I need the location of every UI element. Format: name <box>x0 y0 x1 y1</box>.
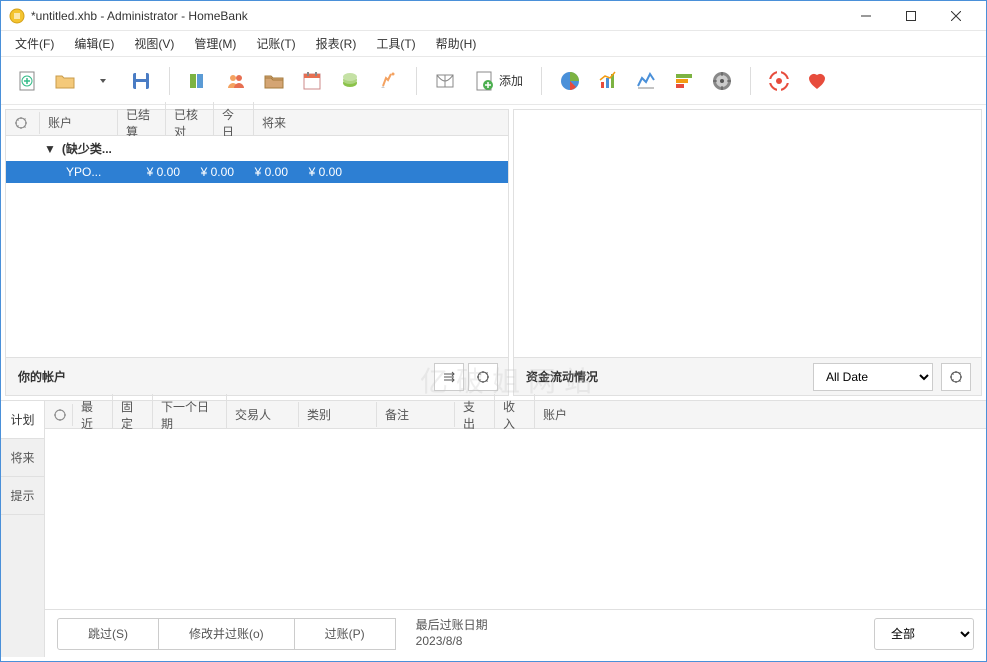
show-transactions-button[interactable] <box>429 65 461 97</box>
bottom-area: 计划 将来 提示 最近 固定 下一个日期 交易人 类别 备注 支出 收入 账户 … <box>1 400 986 657</box>
expand-collapse-button[interactable] <box>434 363 464 391</box>
menu-manage[interactable]: 管理(M) <box>184 31 246 56</box>
manage-scheduled-button[interactable] <box>296 65 328 97</box>
account-today: ¥ 0.00 <box>236 165 288 179</box>
bottom-content: 最近 固定 下一个日期 交易人 类别 备注 支出 收入 账户 跳过(S) 修改并… <box>45 401 986 657</box>
menu-transaction[interactable]: 记账(T) <box>246 31 305 56</box>
accounts-list[interactable]: ▼ (缺少类... YPO... ¥ 0.00 ¥ 0.00 ¥ 0.00 ¥ … <box>6 136 508 357</box>
report-vehicle-button[interactable] <box>706 65 738 97</box>
toolbar-separator <box>169 67 170 95</box>
col-payee[interactable]: 交易人 <box>227 402 299 427</box>
menu-file[interactable]: 文件(F) <box>5 31 64 56</box>
col-category[interactable]: 类别 <box>299 402 377 427</box>
post-button[interactable]: 过账(P) <box>295 618 396 650</box>
account-settings-button[interactable] <box>468 363 498 391</box>
caret-down-icon: ▼ <box>44 142 56 156</box>
col-memo[interactable]: 备注 <box>377 402 455 427</box>
toolbar-separator <box>750 67 751 95</box>
report-balance-button[interactable] <box>630 65 662 97</box>
flow-section-label: 资金流动情况 <box>526 368 813 385</box>
last-post-date: 2023/8/8 <box>416 634 488 650</box>
account-name: YPO... <box>66 165 126 179</box>
open-file-button[interactable] <box>49 65 81 97</box>
toolbar-separator <box>541 67 542 95</box>
menu-edit[interactable]: 编辑(E) <box>64 31 124 56</box>
menu-help[interactable]: 帮助(H) <box>426 31 487 56</box>
window-title: *untitled.xhb - Administrator - HomeBank <box>31 9 843 23</box>
flow-section-bar: 资金流动情况 All Date <box>514 357 981 395</box>
donate-button[interactable] <box>801 65 833 97</box>
transactions-list[interactable] <box>45 429 986 609</box>
save-button[interactable] <box>125 65 157 97</box>
group-label: (缺少类... <box>62 140 112 157</box>
account-reconciled: ¥ 0.00 <box>182 165 234 179</box>
manage-accounts-button[interactable] <box>182 65 214 97</box>
add-transaction-button[interactable]: 添加 <box>467 65 529 97</box>
flow-settings-button[interactable] <box>941 363 971 391</box>
accounts-section-bar: 你的帐户 <box>6 357 508 395</box>
minimize-button[interactable] <box>843 2 888 30</box>
manage-budget-button[interactable] <box>334 65 366 97</box>
accounts-panel: 账户 已结算 已核对 今日 将来 ▼ (缺少类... YPO... ¥ 0.00… <box>5 109 509 396</box>
side-tabs: 计划 将来 提示 <box>1 401 45 657</box>
account-group-row[interactable]: ▼ (缺少类... <box>6 136 508 161</box>
account-future: ¥ 0.00 <box>290 165 342 179</box>
menu-report[interactable]: 报表(R) <box>306 31 367 56</box>
help-button[interactable] <box>763 65 795 97</box>
close-button[interactable] <box>933 2 978 30</box>
app-icon <box>9 8 25 24</box>
account-cleared: ¥ 0.00 <box>128 165 180 179</box>
new-file-button[interactable] <box>11 65 43 97</box>
accounts-header: 账户 已结算 已核对 今日 将来 <box>6 110 508 136</box>
manage-payees-button[interactable] <box>220 65 252 97</box>
report-statistics-button[interactable] <box>554 65 586 97</box>
tab-tips[interactable]: 提示 <box>1 477 44 515</box>
tab-future[interactable]: 将来 <box>1 439 44 477</box>
toolbar: 添加 <box>1 57 986 105</box>
menubar: 文件(F) 编辑(E) 视图(V) 管理(M) 记账(T) 报表(R) 工具(T… <box>1 31 986 57</box>
maximize-button[interactable] <box>888 2 933 30</box>
tab-plan[interactable]: 计划 <box>1 401 44 439</box>
accounts-section-label: 你的帐户 <box>18 368 430 385</box>
col-future[interactable]: 将来 <box>254 110 508 135</box>
trans-settings-icon[interactable] <box>45 404 73 426</box>
bottom-bar: 跳过(S) 修改并过账(o) 过账(P) 最后过账日期 2023/8/8 全部 <box>45 609 986 657</box>
titlebar: *untitled.xhb - Administrator - HomeBank <box>1 1 986 31</box>
menu-tools[interactable]: 工具(T) <box>366 31 425 56</box>
main-area: 账户 已结算 已核对 今日 将来 ▼ (缺少类... YPO... ¥ 0.00… <box>1 105 986 400</box>
manage-categories-button[interactable] <box>258 65 290 97</box>
accounts-settings-icon[interactable] <box>6 112 40 134</box>
last-post-label: 最后过账日期 <box>416 618 488 634</box>
date-filter-select[interactable]: All Date <box>813 363 933 391</box>
menu-view[interactable]: 视图(V) <box>124 31 184 56</box>
transactions-header: 最近 固定 下一个日期 交易人 类别 备注 支出 收入 账户 <box>45 401 986 429</box>
toolbar-separator <box>416 67 417 95</box>
add-label: 添加 <box>499 72 523 89</box>
open-recent-dropdown[interactable] <box>87 65 119 97</box>
flow-panel: 资金流动情况 All Date <box>513 109 982 396</box>
flow-chart-area <box>514 110 981 357</box>
report-budget-button[interactable] <box>668 65 700 97</box>
report-trend-button[interactable] <box>592 65 624 97</box>
last-post-info: 最后过账日期 2023/8/8 <box>416 618 488 649</box>
edit-post-button[interactable]: 修改并过账(o) <box>159 618 295 650</box>
account-row[interactable]: YPO... ¥ 0.00 ¥ 0.00 ¥ 0.00 ¥ 0.00 <box>6 161 508 183</box>
skip-button[interactable]: 跳过(S) <box>57 618 159 650</box>
col-account[interactable]: 账户 <box>535 402 986 427</box>
col-account[interactable]: 账户 <box>40 110 118 135</box>
manage-assignments-button[interactable] <box>372 65 404 97</box>
filter-all-select[interactable]: 全部 <box>874 618 974 650</box>
